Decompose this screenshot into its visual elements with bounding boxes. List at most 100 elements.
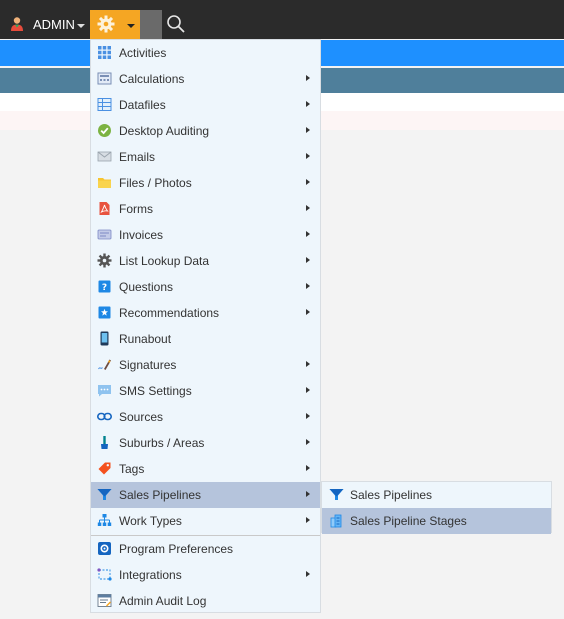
chevron-right-icon	[306, 491, 310, 497]
menu-item-label: Questions	[119, 280, 174, 294]
menu-item-label: Program Preferences	[119, 542, 234, 556]
menu-item-sms-settings[interactable]: SMS Settings	[91, 378, 320, 404]
chevron-right-icon	[306, 387, 310, 393]
menu-item-emails[interactable]: Emails	[91, 144, 320, 170]
sales-pipelines-submenu: Sales Pipelines Sales Pipeline Stages	[321, 481, 552, 534]
menu-item-label: Invoices	[119, 228, 164, 242]
chevron-right-icon	[306, 179, 310, 185]
pdf-icon	[99, 202, 110, 215]
menu-item-label: Files / Photos	[119, 176, 192, 190]
menu-item-tags[interactable]: Tags	[91, 456, 320, 482]
search-icon[interactable]	[166, 14, 186, 34]
menu-item-label: Work Types	[119, 514, 182, 528]
chevron-right-icon	[306, 283, 310, 289]
submenu-item-label: Sales Pipelines	[350, 488, 433, 502]
menu-item-label: Runabout	[119, 332, 172, 346]
menu-item-files-photos[interactable]: Files / Photos	[91, 170, 320, 196]
table-icon	[97, 98, 112, 111]
menu-item-sales-pipelines[interactable]: Sales Pipelines	[91, 482, 320, 508]
menu-item-datafiles[interactable]: Datafiles	[91, 92, 320, 118]
menu-item-label: Emails	[119, 150, 156, 164]
menu-item-invoices[interactable]: Invoices	[91, 222, 320, 248]
menu-item-signatures[interactable]: Signatures	[91, 352, 320, 378]
chat-icon	[98, 385, 111, 397]
menu-item-label: Calculations	[119, 72, 185, 86]
question-icon: ?	[98, 280, 111, 293]
menu-item-label: Recommendations	[119, 306, 220, 320]
tag-icon	[98, 462, 111, 475]
menu-item-recommendations[interactable]: Recommendations	[91, 300, 320, 326]
settings-dropdown-menu: Activities Calculations Datafiles Deskto…	[90, 39, 321, 613]
menu-item-activities[interactable]: Activities	[91, 40, 320, 66]
menu-item-label: List Lookup Data	[119, 254, 210, 268]
chevron-right-icon	[306, 127, 310, 133]
chevron-right-icon	[306, 439, 310, 445]
cog-icon	[97, 253, 112, 268]
menu-item-program-preferences[interactable]: Program Preferences	[91, 536, 320, 562]
integration-icon	[97, 568, 112, 581]
menu-item-questions[interactable]: ? Questions	[91, 274, 320, 300]
chevron-right-icon	[306, 231, 310, 237]
menu-item-label: SMS Settings	[119, 384, 192, 398]
pen-icon	[98, 359, 111, 370]
chevron-right-icon	[306, 205, 310, 211]
chevron-right-icon	[306, 101, 310, 107]
audit-log-icon	[97, 594, 112, 607]
menu-item-label: Admin Audit Log	[119, 594, 207, 608]
menu-item-suburbs-areas[interactable]: Suburbs / Areas	[91, 430, 320, 456]
settings-menu-button[interactable]	[90, 10, 140, 39]
chevron-down-icon	[77, 24, 85, 28]
link-icon	[97, 412, 112, 421]
menu-item-label: Signatures	[119, 358, 177, 372]
invoice-icon	[97, 229, 112, 240]
menu-item-label: Integrations	[119, 568, 182, 582]
chevron-right-icon	[306, 517, 310, 523]
toolbar-button[interactable]	[140, 10, 162, 39]
submenu-item-label: Sales Pipeline Stages	[350, 514, 467, 528]
chevron-down-icon	[127, 24, 135, 28]
chevron-right-icon	[306, 153, 310, 159]
menu-item-label: Forms	[119, 202, 153, 216]
grid-icon	[98, 46, 111, 59]
funnel-icon	[329, 489, 344, 500]
menu-item-forms[interactable]: Forms	[91, 196, 320, 222]
menu-item-list-lookup-data[interactable]: List Lookup Data	[91, 248, 320, 274]
submenu-item-sales-pipelines[interactable]: Sales Pipelines	[322, 482, 551, 508]
check-circle-icon	[98, 124, 111, 137]
admin-label: ADMIN	[33, 17, 75, 32]
hierarchy-icon	[97, 514, 112, 526]
menu-item-label: Suburbs / Areas	[119, 436, 205, 450]
submenu-item-sales-pipeline-stages[interactable]: Sales Pipeline Stages	[322, 508, 551, 534]
folder-icon	[98, 178, 111, 188]
gear-icon	[97, 15, 115, 33]
menu-item-label: Sources	[119, 410, 164, 424]
calculator-icon	[97, 72, 112, 85]
menu-item-integrations[interactable]: Integrations	[91, 562, 320, 588]
settings-square-icon	[98, 542, 111, 555]
menu-item-label: Desktop Auditing	[119, 124, 210, 138]
chevron-right-icon	[306, 309, 310, 315]
menu-item-label: Sales Pipelines	[119, 488, 202, 502]
funnel-icon	[97, 489, 112, 500]
menu-item-label: Activities	[119, 46, 167, 60]
chevron-right-icon	[306, 413, 310, 419]
star-badge-icon	[98, 306, 111, 319]
menu-item-work-types[interactable]: Work Types	[91, 508, 320, 534]
admin-user-menu[interactable]: ADMIN	[0, 10, 88, 38]
top-bar: ADMIN	[0, 0, 564, 39]
user-icon	[11, 17, 23, 31]
menu-item-calculations[interactable]: Calculations	[91, 66, 320, 92]
menu-item-label: Tags	[119, 462, 145, 476]
chevron-right-icon	[306, 361, 310, 367]
chevron-right-icon	[306, 257, 310, 263]
envelope-icon	[97, 151, 112, 162]
svg-text:?: ?	[102, 283, 107, 293]
menu-item-sources[interactable]: Sources	[91, 404, 320, 430]
menu-item-runabout[interactable]: Runabout	[91, 326, 320, 352]
mobile-icon	[100, 331, 109, 346]
stages-icon	[330, 514, 342, 528]
chevron-right-icon	[306, 571, 310, 577]
menu-item-label: Datafiles	[119, 98, 166, 112]
menu-item-admin-audit-log[interactable]: Admin Audit Log	[91, 588, 320, 614]
menu-item-desktop-auditing[interactable]: Desktop Auditing	[91, 118, 320, 144]
